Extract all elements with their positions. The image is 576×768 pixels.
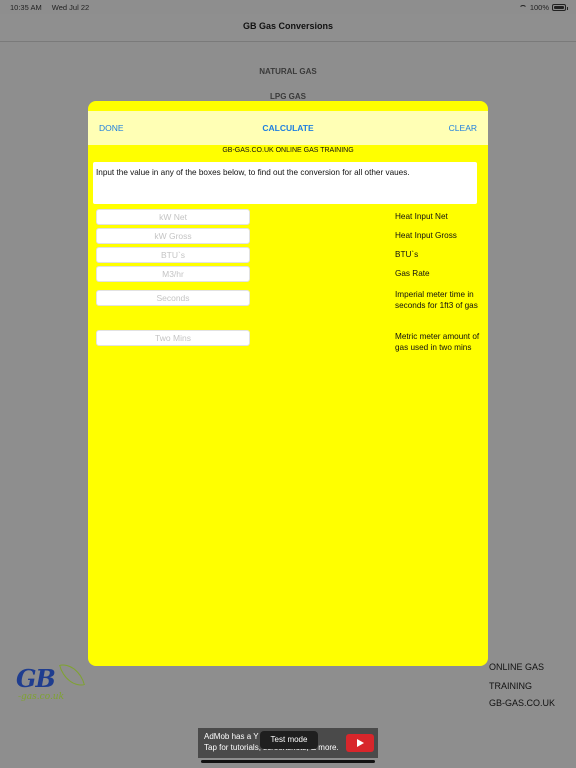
gb-gas-logo: GB -gas.co.uk (14, 659, 86, 708)
sheet-toolbar: DONE CALCULATE CLEAR (88, 111, 488, 145)
page-title: GB Gas Conversions (242, 21, 334, 31)
kw-net-field[interactable] (96, 209, 250, 225)
heat-input-net-label: Heat Input Net (395, 212, 448, 221)
leaf-icon (58, 659, 86, 691)
sheet-subtitle: GB-GAS.CO.UK ONLINE GAS TRAINING (222, 147, 354, 154)
status-time: 10:35 AM (10, 3, 42, 12)
heat-input-gross-label: Heat Input Gross (395, 231, 457, 240)
logo-subtext: -gas.co.uk (18, 692, 65, 702)
btu-label: BTU`s (395, 250, 419, 259)
clear-button[interactable]: CLEAR (449, 123, 477, 133)
instruction-text: Input the value in any of the boxes belo… (93, 162, 477, 204)
status-right: 100% (518, 3, 568, 12)
logo-text: GB (16, 664, 56, 693)
calculate-button[interactable]: CALCULATE (88, 123, 488, 133)
btu-field[interactable] (96, 247, 250, 263)
metric-meter-label: Metric meter amount of gas used in two m… (395, 332, 480, 352)
lpg-gas-link[interactable]: LPG GAS (0, 92, 576, 101)
status-left: 10:35 AM Wed Jul 22 (10, 3, 97, 12)
m3-hr-field[interactable] (96, 266, 250, 282)
navigation-bar: GB Gas Conversions (0, 14, 576, 42)
play-icon[interactable] (346, 734, 374, 752)
gas-rate-label: Gas Rate (395, 269, 430, 278)
test-mode-badge: Test mode (260, 731, 318, 749)
website-text[interactable]: GB-GAS.CO.UK (489, 698, 569, 708)
kw-gross-field[interactable] (96, 228, 250, 244)
natural-gas-link[interactable]: NATURAL GAS (0, 67, 576, 76)
home-indicator[interactable] (201, 760, 375, 763)
training-text: TRAINING (489, 681, 533, 691)
wifi-icon (518, 4, 527, 11)
imperial-meter-label: Imperial meter time in seconds for 1ft3 … (395, 290, 478, 310)
battery-icon (552, 4, 568, 11)
two-mins-field[interactable] (96, 330, 250, 346)
battery-percent: 100% (529, 3, 549, 12)
status-date: Wed Jul 22 (51, 3, 90, 12)
online-gas-text: ONLINE GAS (489, 662, 545, 672)
seconds-field[interactable] (96, 290, 250, 306)
status-bar: 10:35 AM Wed Jul 22 100% (0, 0, 576, 14)
conversion-sheet: DONE CALCULATE CLEAR GB-GAS.CO.UK ONLINE… (88, 101, 488, 666)
